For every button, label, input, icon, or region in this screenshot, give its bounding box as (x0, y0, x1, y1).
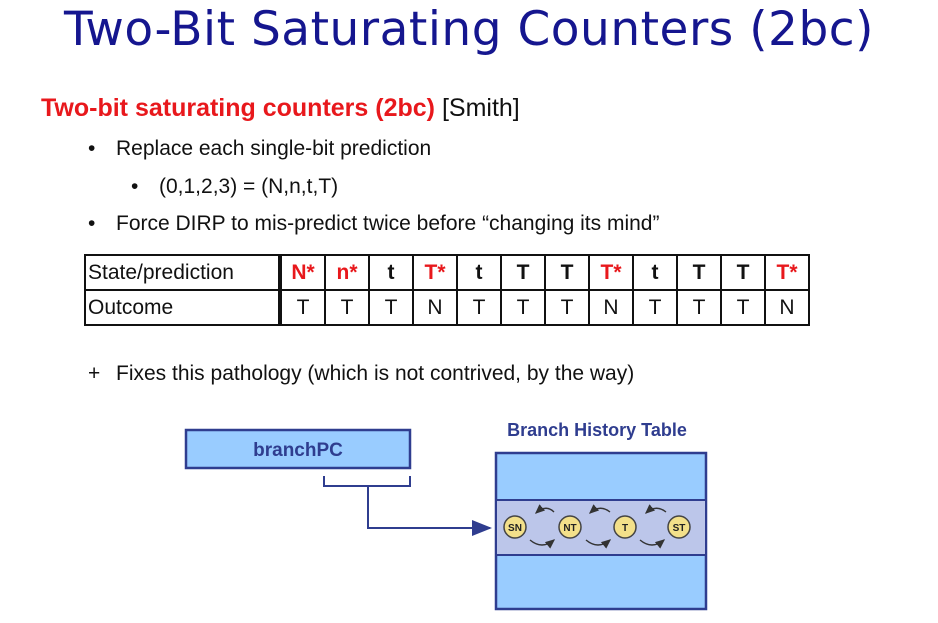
state-label: NT (563, 523, 576, 534)
state-label: T (622, 523, 628, 534)
branch-pc-label: branchPC (253, 440, 343, 461)
state-label: SN (508, 523, 522, 534)
branch-predictor-diagram: branchPC Branch History Table SN NT T ST (184, 420, 708, 611)
index-bracket (323, 476, 411, 487)
state-label: ST (673, 523, 686, 534)
bht-label: Branch History Table (507, 420, 687, 440)
index-arrow (367, 486, 492, 536)
